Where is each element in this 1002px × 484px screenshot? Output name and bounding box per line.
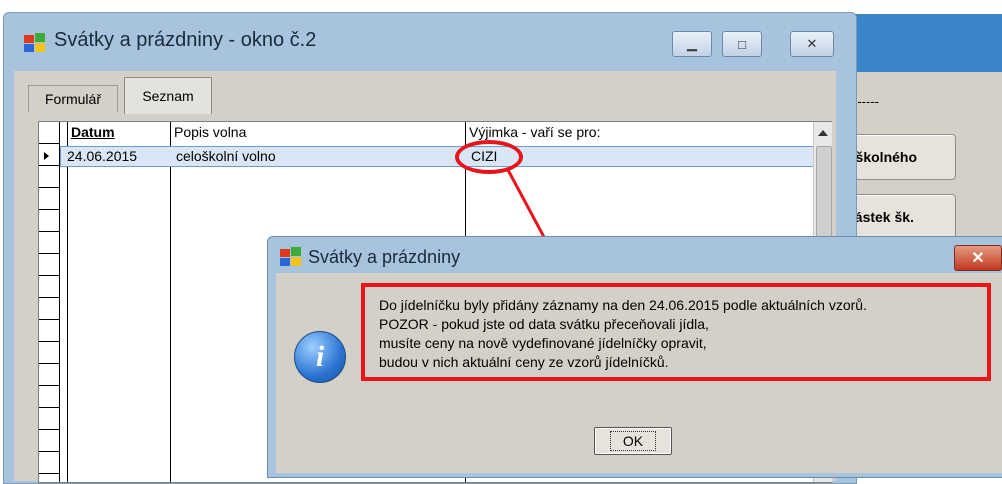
indicator-row: [39, 364, 59, 386]
background-button-skolne[interactable]: t školného: [840, 134, 956, 180]
indicator-row: [39, 144, 59, 166]
tab-seznam[interactable]: Seznam: [124, 77, 212, 114]
dialog-body: i Do jídelníčku byly přidány záznamy na …: [276, 273, 1002, 473]
indicator-row: [39, 210, 59, 232]
indicator-row: [39, 254, 59, 276]
indicator-row: [39, 320, 59, 342]
maximize-button[interactable]: □: [722, 31, 762, 57]
column-header-datum[interactable]: Datum: [71, 124, 115, 140]
message-line-2: POZOR - pokud jste od data svátku přeceň…: [379, 316, 709, 332]
annotation-message-box: Do jídelníčku byly přidány záznamy na de…: [361, 283, 991, 381]
row-indicator-column: [39, 122, 60, 482]
message-line-1: Do jídelníčku byly přidány záznamy na de…: [379, 297, 867, 313]
indicator-row: [39, 166, 59, 188]
indicator-row: [39, 232, 59, 254]
indicator-row: [39, 188, 59, 210]
dialog-close-button[interactable]: ✕: [954, 245, 1002, 271]
indicator-row: [39, 430, 59, 452]
current-row-pointer-icon: [44, 152, 49, 160]
cell-datum[interactable]: 24.06.2015: [67, 148, 137, 164]
tab-formular[interactable]: Formulář: [28, 85, 118, 112]
minimize-button[interactable]: ▁: [672, 31, 712, 57]
message-line-4: budou v nich aktuální ceny ze vzorů jíde…: [379, 354, 669, 370]
close-button[interactable]: ✕: [790, 31, 834, 57]
dialog-app-icon: [280, 247, 301, 266]
column-header-vyjimka[interactable]: Výjimka - vaří se pro:: [469, 124, 600, 140]
info-icon: i: [294, 331, 346, 383]
column-header-popis[interactable]: Popis volna: [174, 124, 246, 140]
table-row-selected[interactable]: [60, 146, 816, 167]
message-dialog: Svátky a prázdniny ✕ i Do jídelníčku byl…: [267, 236, 1002, 478]
dialog-title: Svátky a prázdniny: [308, 247, 461, 267]
column-divider: [67, 122, 68, 482]
indicator-row: [39, 408, 59, 430]
ok-button-label: OK: [609, 431, 657, 451]
cell-popis[interactable]: celoškolní volno: [176, 148, 276, 164]
annotation-ellipse: [455, 140, 523, 174]
indicator-row: [39, 342, 59, 364]
indicator-row: [39, 386, 59, 408]
app-icon: [24, 33, 45, 52]
indicator-row: [39, 122, 59, 144]
column-divider: [170, 122, 171, 482]
indicator-row: [39, 276, 59, 298]
background-button-castek[interactable]: částek šk.: [840, 194, 956, 240]
ok-button[interactable]: OK: [594, 427, 672, 455]
indicator-row: [39, 298, 59, 320]
indicator-row: [39, 452, 59, 474]
message-line-3: musíte ceny na nově vydefinované jídelní…: [379, 335, 707, 351]
main-window-title: Svátky a prázdniny - okno č.2: [54, 29, 317, 51]
scroll-up-arrow-icon[interactable]: [818, 130, 828, 136]
